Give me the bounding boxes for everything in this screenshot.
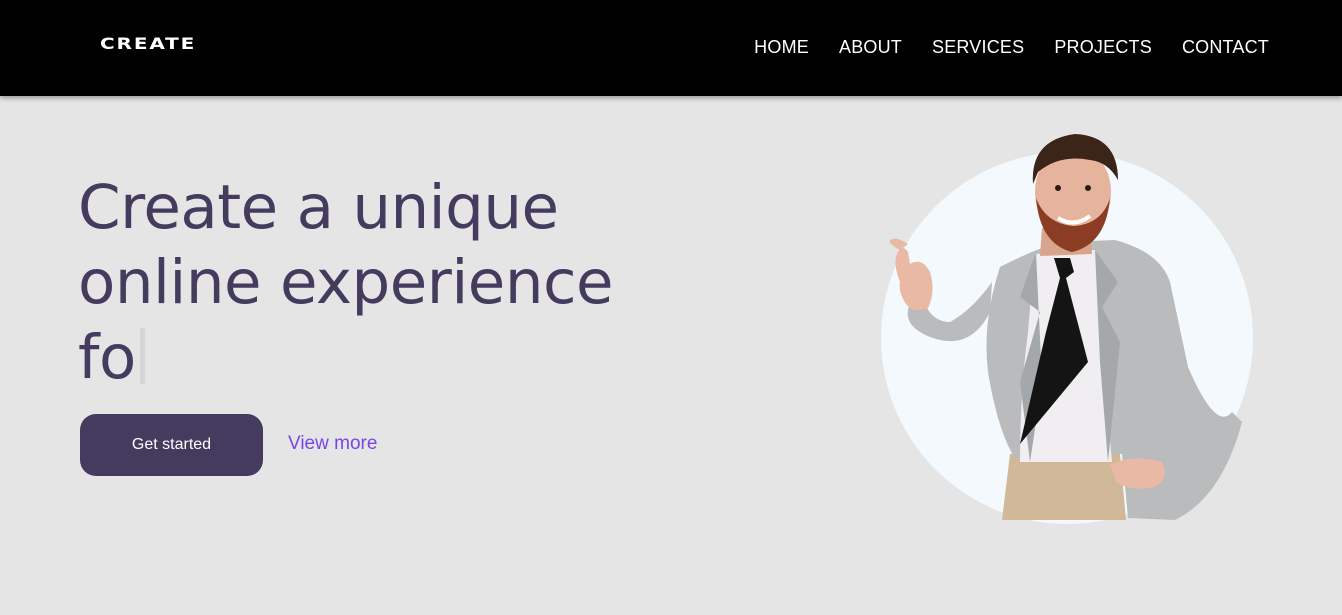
nav-link-contact[interactable]: CONTACT: [1182, 37, 1269, 58]
headline-line-2: online experience: [78, 247, 614, 318]
portrait-image: [881, 134, 1253, 524]
typing-caret: [139, 328, 145, 384]
nav-link-about[interactable]: ABOUT: [839, 37, 902, 58]
hero-section: Create a unique online experience fo Get…: [0, 96, 1342, 615]
main-nav: HOME ABOUT SERVICES PROJECTS CONTACT: [754, 37, 1269, 58]
logo[interactable]: CREATE: [100, 34, 196, 53]
right-eye: [1085, 185, 1091, 191]
view-more-link[interactable]: View more: [288, 433, 377, 455]
trousers: [1002, 452, 1126, 520]
nav-link-projects[interactable]: PROJECTS: [1054, 37, 1152, 58]
headline-line-1: Create a unique: [78, 172, 559, 243]
hero-headline: Create a unique online experience fo: [78, 170, 698, 395]
nav-link-home[interactable]: HOME: [754, 37, 809, 58]
nav-link-services[interactable]: SERVICES: [932, 37, 1024, 58]
top-navbar: CREATE HOME ABOUT SERVICES PROJECTS CONT…: [0, 0, 1342, 96]
headline-typed-text: fo: [78, 322, 136, 393]
left-eye: [1055, 185, 1061, 191]
get-started-button[interactable]: Get started: [80, 414, 263, 476]
